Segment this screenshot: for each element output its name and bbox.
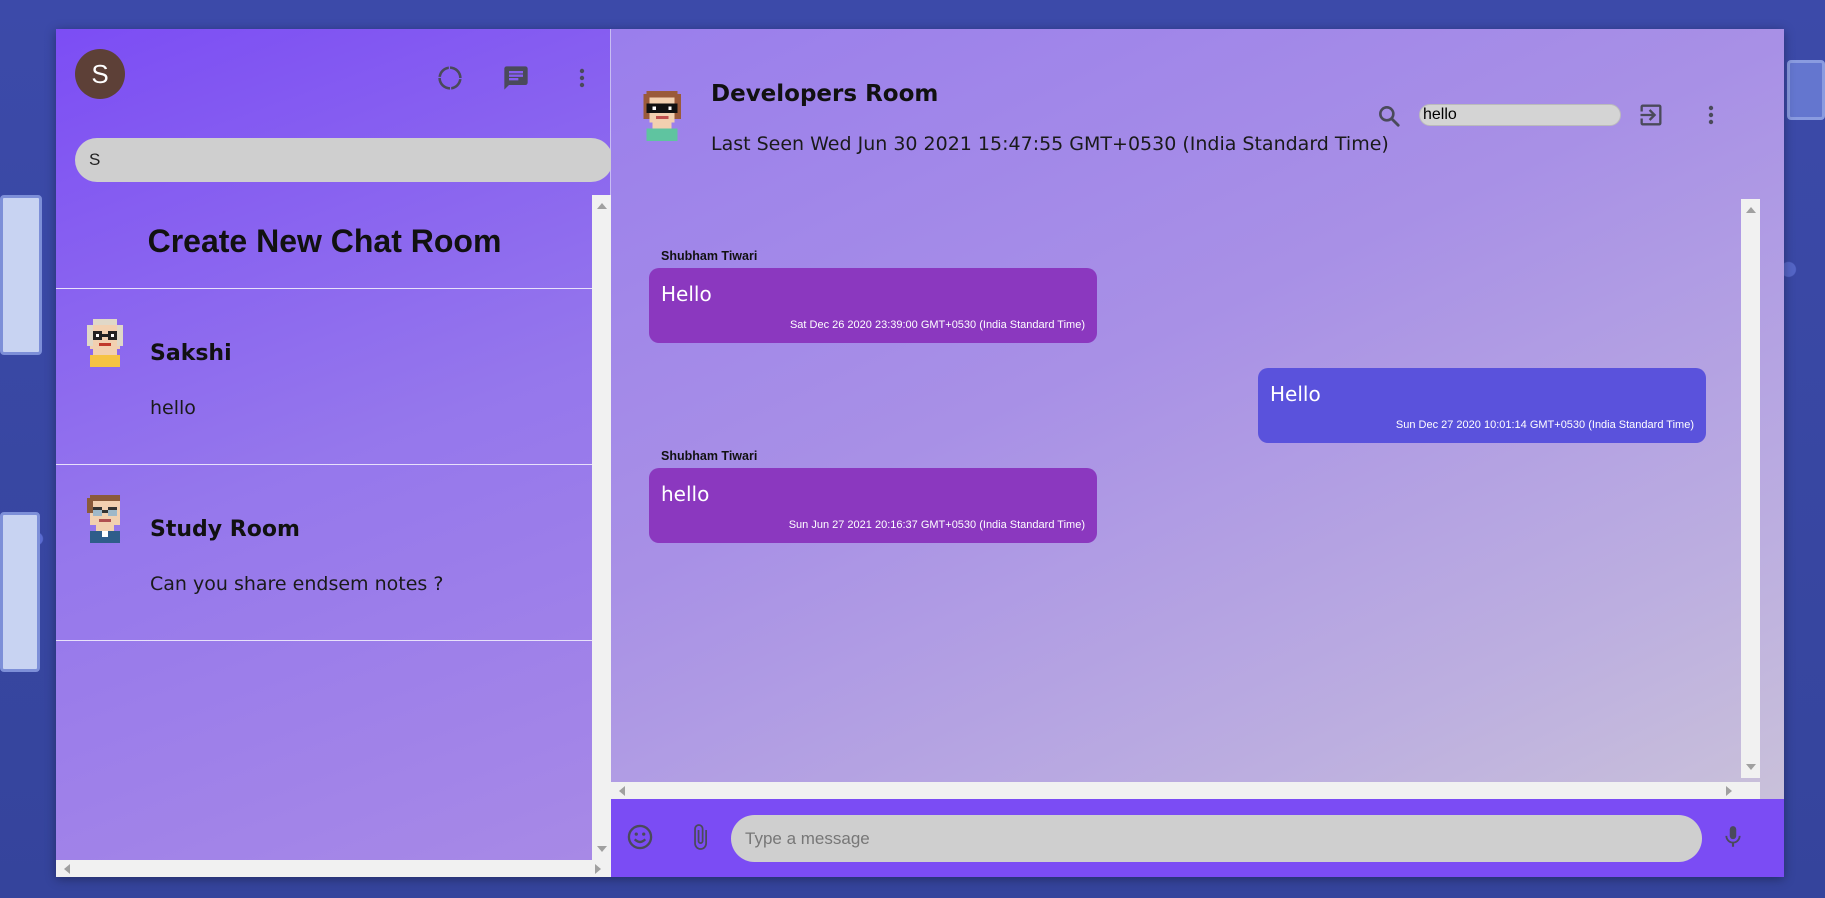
room-name: Developers Room [711, 81, 939, 107]
chat-panel: Developers Room Last Seen Wed Jun 30 202… [611, 29, 1784, 877]
sidebar-header: S [56, 29, 610, 124]
chat-list: Create New Chat Room Sakshi hello Study … [56, 195, 611, 877]
message-text: hello [661, 482, 710, 506]
chat-last-message: hello [150, 397, 196, 419]
chat-name: Sakshi [150, 341, 232, 366]
user-avatar[interactable]: S [75, 49, 125, 99]
message-text: Hello [1270, 382, 1321, 406]
message-text: Hello [661, 282, 712, 306]
message-bubble: Hello Sat Dec 26 2020 23:39:00 GMT+0530 … [649, 268, 1097, 343]
message-list: Shubham Tiwari Hello Sat Dec 26 2020 23:… [611, 199, 1760, 778]
menu-dots-icon[interactable] [1696, 100, 1726, 130]
message-bubble: hello Sun Jun 27 2021 20:16:37 GMT+0530 … [649, 468, 1097, 543]
search-icon[interactable] [1374, 101, 1404, 131]
message-bubble: Hello Sun Dec 27 2020 10:01:14 GMT+0530 … [1258, 368, 1706, 443]
messages-horizontal-scrollbar[interactable] [611, 782, 1760, 799]
sidebar-horizontal-scrollbar[interactable] [56, 860, 611, 877]
menu-dots-icon[interactable] [567, 63, 597, 93]
new-chat-icon[interactable] [501, 63, 531, 93]
message-timestamp: Sat Dec 26 2020 23:39:00 GMT+0530 (India… [789, 319, 1085, 331]
wallpaper-decoration [0, 512, 40, 672]
attach-icon[interactable] [684, 821, 716, 853]
create-new-chat-room-button[interactable]: Create New Chat Room [56, 195, 611, 289]
exit-room-icon[interactable] [1636, 100, 1666, 130]
emoji-icon[interactable] [624, 821, 656, 853]
sidebar-vertical-scrollbar[interactable] [592, 195, 611, 860]
chat-last-message: Can you share endsem notes ? [150, 573, 444, 595]
wallpaper-decoration [1787, 60, 1825, 120]
chat-list-item[interactable]: Study Room Can you share endsem notes ? [56, 465, 611, 641]
messages-vertical-scrollbar[interactable] [1741, 199, 1760, 778]
message-timestamp: Sun Dec 27 2020 10:01:14 GMT+0530 (India… [1395, 419, 1694, 431]
sidebar: S Create New Chat Room [56, 29, 613, 877]
message-input[interactable] [731, 815, 1702, 862]
chat-app-window: S Create New Chat Room [56, 29, 1784, 877]
message-composer [611, 799, 1784, 877]
message-timestamp: Sun Jun 27 2021 20:16:37 GMT+0530 (India… [788, 519, 1085, 531]
chat-header: Developers Room Last Seen Wed Jun 30 202… [611, 29, 1784, 197]
wallpaper-decoration [0, 195, 42, 355]
room-avatar [643, 91, 681, 141]
message-sender: Shubham Tiwari [661, 249, 758, 263]
message-sender: Shubham Tiwari [661, 449, 758, 463]
chat-list-item[interactable]: Sakshi hello [56, 289, 611, 465]
chat-name: Study Room [150, 517, 300, 542]
microphone-icon[interactable] [1717, 821, 1749, 853]
contact-avatar [87, 495, 120, 543]
contact-avatar [87, 319, 123, 367]
sidebar-search-input[interactable] [75, 138, 613, 182]
last-seen: Last Seen Wed Jun 30 2021 15:47:55 GMT+0… [711, 133, 1389, 155]
status-icon[interactable] [435, 63, 465, 93]
message-search-input[interactable] [1419, 104, 1621, 126]
